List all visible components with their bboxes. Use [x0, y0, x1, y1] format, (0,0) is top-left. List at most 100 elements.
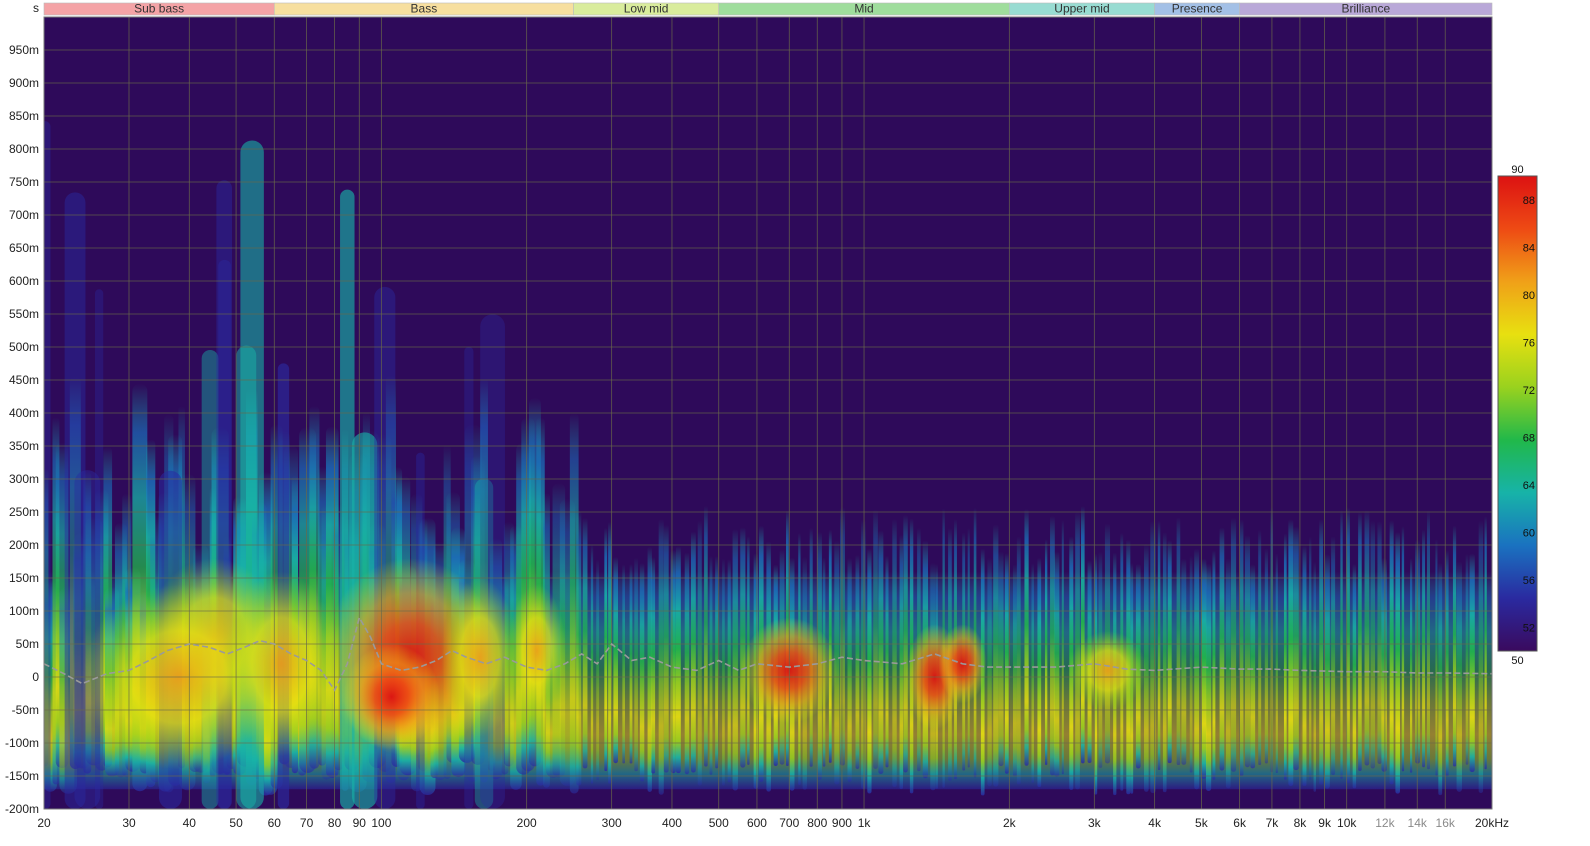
y-tick-label: 100m	[9, 604, 39, 618]
y-tick-label: -200m	[5, 802, 39, 816]
x-tick-label: 20kHz	[1475, 816, 1509, 830]
energy-streak	[1258, 529, 1262, 766]
energy-streak	[727, 559, 731, 783]
y-tick-label: 50m	[16, 637, 39, 651]
y-tick-label: 950m	[9, 43, 39, 57]
energy-streak	[1364, 510, 1370, 766]
x-tick-label: 60	[268, 816, 282, 830]
x-tick-label: 2k	[1003, 816, 1017, 830]
energy-streak	[987, 557, 992, 787]
x-tick-label: 3k	[1088, 816, 1102, 830]
y-tick-label: 400m	[9, 406, 39, 420]
x-tick-label: 70	[300, 816, 314, 830]
band-label: Upper mid	[1054, 2, 1109, 16]
energy-streak	[1250, 564, 1256, 769]
energy-streak	[622, 564, 625, 764]
y-axis-ticks: 950m 900m 850m 800m 750m 700m 650m 600m 550m 500m…	[5, 43, 39, 816]
energy-streak	[885, 555, 889, 768]
energy-streak	[658, 519, 664, 795]
energy-streak	[1319, 519, 1324, 785]
energy-streak	[576, 510, 582, 786]
x-tick-label: 16k	[1436, 816, 1456, 830]
energy-streak	[639, 563, 645, 782]
colorbar-label: 50	[1511, 655, 1523, 667]
energy-streak	[647, 546, 652, 792]
x-tick-label: 1k	[858, 816, 872, 830]
energy-streak	[892, 518, 897, 788]
colorbar-label: 68	[1523, 432, 1535, 444]
energy-streak	[998, 551, 1004, 767]
colorbar: 90 88 84 80 76 72 68 64 60 56 52 50	[1497, 164, 1538, 667]
x-tick-label: 200	[517, 816, 537, 830]
y-tick-label: 900m	[9, 76, 39, 90]
y-axis-unit-label: s	[33, 1, 39, 15]
energy-streak	[1201, 558, 1207, 779]
energy-streak	[740, 527, 746, 768]
energy-streak	[1225, 558, 1231, 789]
energy-streak	[1037, 557, 1042, 788]
energy-streak	[1427, 510, 1430, 770]
y-tick-label: 450m	[9, 373, 39, 387]
x-tick-label: 30	[122, 816, 136, 830]
energy-streak	[1162, 532, 1167, 793]
y-tick-label: -50m	[12, 703, 39, 717]
energy-streak	[590, 544, 594, 784]
x-tick-label: 90	[353, 816, 367, 830]
band-label: Sub bass	[134, 2, 184, 16]
energy-streak	[1395, 531, 1400, 794]
colorbar-label: 80	[1523, 290, 1535, 302]
energy-streak	[732, 528, 738, 791]
energy-streak	[1409, 558, 1413, 773]
y-tick-label: 0	[32, 670, 39, 684]
energy-streak	[722, 558, 725, 786]
energy-streak	[1157, 520, 1161, 770]
energy-streak	[1275, 553, 1278, 774]
colorbar-label: 60	[1523, 527, 1535, 539]
energy-streak	[634, 557, 638, 772]
band-label: Low mid	[624, 2, 669, 16]
colorbar-label: 76	[1523, 337, 1535, 349]
energy-streak	[1381, 557, 1387, 772]
energy-streak	[1465, 553, 1469, 765]
energy-streak	[847, 557, 852, 782]
energy-streak	[675, 546, 681, 774]
x-tick-label: 7k	[1266, 816, 1280, 830]
energy-streak	[596, 559, 600, 780]
energy-streak	[1194, 548, 1200, 790]
energy-streak	[613, 556, 618, 764]
energy-streak	[878, 530, 884, 775]
y-tick-label: 200m	[9, 538, 39, 552]
x-tick-label: 12k	[1375, 816, 1395, 830]
y-tick-label: 150m	[9, 571, 39, 585]
energy-streak	[670, 549, 676, 774]
x-tick-label: 500	[709, 816, 729, 830]
energy-streak	[1377, 521, 1382, 764]
x-tick-label: 40	[183, 816, 197, 830]
energy-streak	[899, 534, 904, 790]
energy-streak	[684, 552, 690, 775]
energy-streak	[1181, 558, 1187, 765]
frequency-band-strip: Sub bass Bass Low mid Mid Upper mid Presence B…	[43, 2, 1493, 16]
band-label: Mid	[854, 2, 873, 16]
x-tick-label: 8k	[1294, 816, 1308, 830]
hotspot	[1069, 630, 1147, 711]
colorbar-label: 52	[1523, 622, 1535, 634]
y-tick-label: 500m	[9, 340, 39, 354]
energy-streak	[1389, 520, 1394, 785]
colorbar-label: 90	[1511, 164, 1523, 176]
energy-streak	[1176, 517, 1181, 766]
x-tick-label: 700	[779, 816, 799, 830]
energy-streak	[1401, 526, 1405, 772]
y-tick-label: 800m	[9, 142, 39, 156]
energy-streak	[1031, 563, 1034, 783]
energy-streak	[629, 563, 633, 764]
energy-streak	[608, 521, 612, 784]
y-tick-label: 300m	[9, 472, 39, 486]
energy-streak	[1212, 550, 1216, 780]
energy-streak	[582, 517, 588, 769]
energy-streak	[1004, 553, 1009, 774]
energy-streak	[1456, 561, 1462, 792]
energy-streak	[1024, 509, 1029, 766]
energy-streak	[1230, 517, 1237, 772]
energy-streak	[855, 554, 860, 769]
